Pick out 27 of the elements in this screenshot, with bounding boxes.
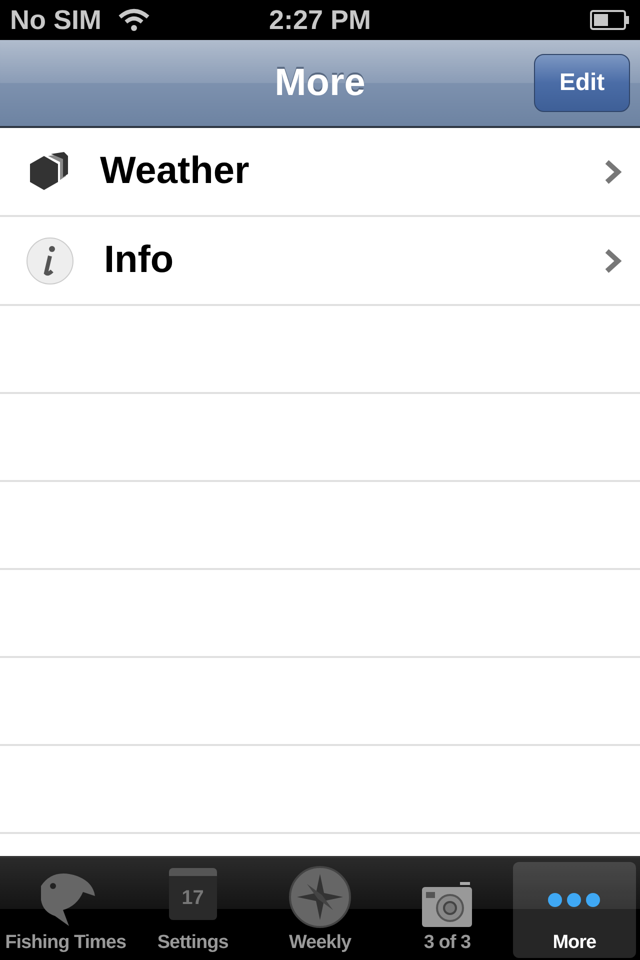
tab-label: Settings [157, 932, 228, 954]
list-row[interactable]: Weather [0, 128, 640, 217]
tab-item[interactable]: 17 Settings [131, 862, 254, 958]
row-label: Info [104, 239, 175, 282]
battery-icon [590, 10, 630, 30]
tab-label: Fishing Times [5, 932, 126, 954]
chevron-icon [604, 248, 622, 274]
tab-item[interactable]: Fishing Times [4, 862, 128, 958]
compass-icon [289, 866, 351, 928]
wifi-icon [118, 8, 150, 32]
camera-icon [420, 880, 474, 928]
calendar-icon: 17 [168, 868, 217, 920]
list-row[interactable]: Info [0, 217, 640, 306]
tab-item[interactable]: 3 of 3 [386, 862, 509, 958]
row-label: Weather [100, 150, 250, 193]
status-time: 2:27 PM [268, 4, 372, 36]
tab-label: More [552, 932, 596, 954]
tab-item[interactable]: More [512, 862, 636, 958]
tab-label: 3 of 3 [424, 932, 471, 954]
info-icon [26, 236, 74, 284]
chevron-icon [604, 158, 622, 184]
carrier-label: No SIM [10, 4, 102, 36]
edit-button[interactable]: Edit [534, 54, 630, 112]
nav-title: More [274, 62, 366, 104]
tab-label: Weekly [288, 932, 352, 954]
tab-item[interactable]: Weekly [258, 862, 382, 958]
more-dots-icon [548, 892, 600, 908]
